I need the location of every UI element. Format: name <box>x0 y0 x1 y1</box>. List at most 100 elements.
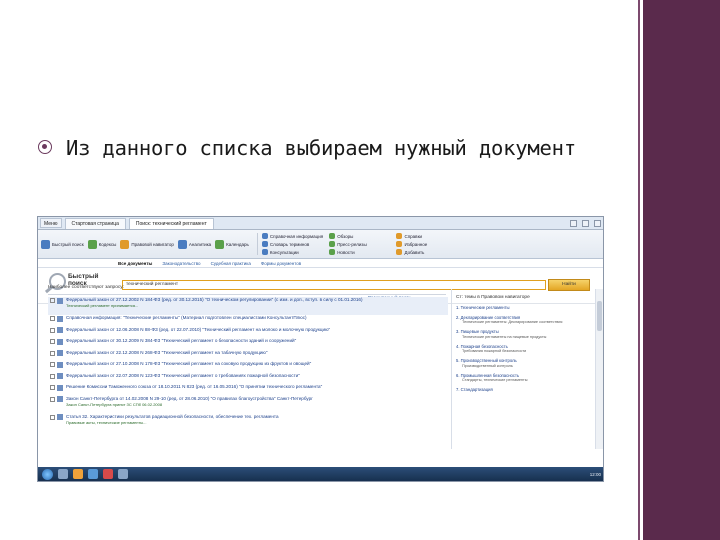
toolbar: Быстрый поиск Кодексы Правовой навигатор… <box>38 230 603 259</box>
toolbar-news[interactable]: Новости <box>329 249 390 255</box>
toolbar-refs[interactable]: Справки <box>396 233 457 239</box>
checkbox[interactable] <box>50 396 55 402</box>
document-icon <box>57 396 63 402</box>
scroll-thumb[interactable] <box>597 301 602 331</box>
folder-icon[interactable] <box>73 469 83 479</box>
list-item[interactable]: Федеральный закон от 22.12.2008 N 268-ФЗ… <box>48 350 448 362</box>
star-icon <box>396 241 403 247</box>
document-icon <box>57 297 63 304</box>
browser-icon[interactable] <box>88 469 98 479</box>
document-icon <box>57 414 63 420</box>
results-list: Федеральный закон от 27.12.2002 N 184-ФЗ… <box>48 297 448 432</box>
search-icon <box>41 239 50 249</box>
book-icon <box>87 239 97 249</box>
checkbox[interactable] <box>50 373 55 379</box>
list-item[interactable]: Федеральный закон от 30.12.2009 N 384-ФЗ… <box>48 338 448 350</box>
presentation-slide: Из данного списка выбираем нужный докуме… <box>0 0 720 540</box>
nav-forms[interactable]: Формы документов <box>261 261 301 266</box>
tab-search[interactable]: Поиск: технический регламент <box>128 217 214 229</box>
taskbar: 12:00 <box>38 467 603 481</box>
toolbar-dictionary[interactable]: Словарь терминов <box>261 241 323 247</box>
tray-clock: 12:00 <box>589 471 601 477</box>
title-bar: Меню Стартовая страница Поиск: техническ… <box>38 217 603 230</box>
panel-subitem[interactable]: Производственный контроль <box>456 364 591 369</box>
document-icon <box>57 384 63 391</box>
checkbox[interactable] <box>50 414 55 420</box>
press-icon <box>329 241 336 247</box>
dictionary-icon <box>261 241 268 247</box>
toolbar-add[interactable]: Добавить <box>396 249 457 255</box>
checkbox[interactable] <box>50 298 55 303</box>
minimize-icon[interactable] <box>570 219 577 227</box>
panel-subitem[interactable]: Технические регламенты на пищевые продук… <box>456 335 591 340</box>
list-item[interactable]: Федеральный закон от 27.10.2008 N 178-ФЗ… <box>48 361 448 373</box>
checkbox[interactable] <box>50 327 55 333</box>
navigator-icon <box>120 239 130 249</box>
panel-item[interactable]: 7. Стандартизация <box>456 387 591 393</box>
toolbar-consult[interactable]: Консультации <box>261 249 323 255</box>
toolbar-codes[interactable]: Кодексы <box>87 239 116 249</box>
add-icon <box>396 249 403 255</box>
bullet-text: Из данного списка выбираем нужный докуме… <box>66 136 576 160</box>
checkbox[interactable] <box>50 339 55 344</box>
list-item[interactable]: Статья 32. Характеристики результатов ра… <box>48 414 448 432</box>
document-icon <box>57 327 63 333</box>
consultant-icon[interactable] <box>118 469 128 479</box>
toolbar-reviews[interactable]: Обзоры <box>329 233 390 239</box>
maximize-icon[interactable] <box>582 219 589 227</box>
list-item[interactable]: Решение Комиссии Таможенного союза от 18… <box>48 384 448 396</box>
checkbox[interactable] <box>50 362 55 367</box>
panel-subitem[interactable]: Требования пожарной безопасности <box>456 349 591 354</box>
panel-title: Ст: темы в Правовом навигаторе <box>456 295 530 300</box>
toolbar-group: Справочная информация Обзоры Справки Сло… <box>256 233 458 255</box>
checkbox[interactable] <box>50 385 55 390</box>
nav-legislation[interactable]: Законодательство <box>162 261 200 266</box>
document-icon <box>57 350 63 356</box>
panel-subitem[interactable]: Технические регламенты: Декларирование с… <box>456 320 591 325</box>
panel-subitem[interactable]: Стандарты, технические регламенты <box>456 378 591 383</box>
screenshot-window: Меню Стартовая страница Поиск: техническ… <box>37 216 604 482</box>
nav-all-docs[interactable]: Все документы <box>118 261 152 266</box>
tab-start[interactable]: Стартовая страница <box>64 217 126 229</box>
list-item[interactable]: Федеральный закон от 12.06.2008 N 88-ФЗ … <box>48 327 448 339</box>
slide-accent-line <box>638 0 640 540</box>
slide-side-band <box>643 0 720 540</box>
chart-icon <box>177 239 187 249</box>
news-icon <box>329 249 336 255</box>
consult-icon <box>261 249 268 255</box>
list-item[interactable]: Закон Санкт-Петербурга от 14.02.2008 N 2… <box>48 396 448 414</box>
toolbar-navigator[interactable]: Правовой навигатор <box>120 239 174 249</box>
app-icon[interactable] <box>103 469 113 479</box>
filter-nav: Все документы Законодательство Судебная … <box>38 259 603 268</box>
document-icon <box>57 373 63 379</box>
nav-court[interactable]: Судебная практика <box>211 261 251 266</box>
list-item[interactable]: Федеральный закон от 22.07.2008 N 123-ФЗ… <box>48 373 448 385</box>
toolbar-analytics[interactable]: Аналитика <box>177 239 211 249</box>
document-icon <box>57 338 63 345</box>
bullet-circle-icon <box>38 140 52 154</box>
toolbar-press[interactable]: Пресс-релизы <box>329 241 390 247</box>
start-button-icon[interactable] <box>42 468 53 480</box>
toolbar-ref-info[interactable]: Справочная информация <box>261 233 323 239</box>
toolbar-calendar[interactable]: Календарь <box>215 239 249 249</box>
panel-item[interactable]: 1. Технические регламенты <box>456 305 591 311</box>
checkbox[interactable] <box>50 316 55 321</box>
doc-icon <box>329 233 336 239</box>
toolbar-favorites[interactable]: Избранное <box>396 241 457 247</box>
list-item[interactable]: Справочная информация: "Технические регл… <box>48 315 448 327</box>
info-icon <box>261 233 268 239</box>
list-item[interactable]: Федеральный закон от 27.12.2002 N 184-ФЗ… <box>48 297 448 315</box>
navigator-panel: Ст: темы в Правовом навигаторе 1. Технич… <box>451 289 591 449</box>
explorer-icon[interactable] <box>58 469 68 479</box>
toolbar-quick-search[interactable]: Быстрый поиск <box>41 239 84 249</box>
close-icon[interactable] <box>594 219 601 227</box>
scrollbar[interactable] <box>595 289 603 449</box>
document-icon <box>57 315 63 322</box>
document-icon <box>57 361 63 368</box>
calendar-icon <box>215 239 225 249</box>
checkbox[interactable] <box>50 350 55 356</box>
doc-icon <box>396 233 403 239</box>
results-heading: Наиболее соответствуют запросу: <box>48 285 125 290</box>
menu-button[interactable]: Меню <box>40 218 62 228</box>
divider <box>48 294 446 295</box>
